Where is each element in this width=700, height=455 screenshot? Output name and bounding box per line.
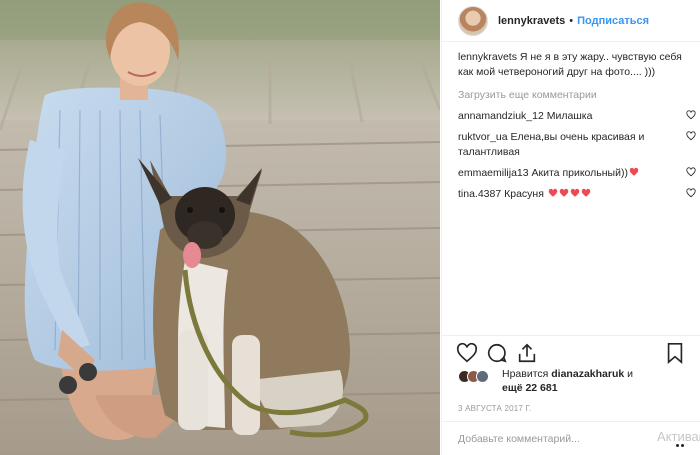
liker-avatar <box>476 370 489 383</box>
comment-text: Милашка <box>546 110 593 122</box>
actions-divider <box>442 335 700 336</box>
comment-item: annamandziuk_12 Милашка <box>458 109 696 124</box>
post-header: lennykravets • Подписаться <box>442 0 700 42</box>
likes-and: и <box>627 368 634 380</box>
caption-username[interactable]: lennykravets <box>458 51 517 63</box>
post-caption: lennykravets Я не я в эту жару.. чувству… <box>458 50 688 80</box>
red-heart-emoji-icon <box>548 188 558 197</box>
like-comment-heart-icon[interactable] <box>686 188 696 198</box>
comment-username[interactable]: tina.4387 <box>458 188 501 200</box>
author-avatar[interactable] <box>458 5 488 36</box>
comment-username[interactable]: emmaemilija13 <box>458 167 529 179</box>
red-heart-emoji-icon <box>559 188 569 197</box>
comment-text: Акита прикольный)) <box>531 167 628 179</box>
header-separator: • <box>569 14 574 27</box>
comment-item: ruktvor_ua Елена,вы очень красивая и тал… <box>458 130 696 160</box>
likes-count-line: ещё 22 681 <box>502 382 558 394</box>
add-comment-bar: Активация <box>442 421 700 455</box>
like-comment-heart-icon[interactable] <box>686 131 696 141</box>
likes-summary: Нравится dianazakharuk и ещё 22 681 <box>458 368 688 400</box>
comment-item: tina.4387 Красуня <box>458 187 696 202</box>
comment-username[interactable]: annamandziuk_12 <box>458 110 544 122</box>
share-icon[interactable] <box>516 342 538 364</box>
like-comment-heart-icon[interactable] <box>686 167 696 177</box>
comment-username[interactable]: ruktvor_ua <box>458 131 508 143</box>
comment-item: emmaemilija13 Акита прикольный)) <box>458 166 696 181</box>
bookmark-icon[interactable] <box>664 342 686 364</box>
likes-count[interactable]: ещё 22 681 <box>502 382 558 394</box>
red-heart-emoji-icon <box>570 188 580 197</box>
comment-text: Красуня <box>504 188 544 200</box>
post-actions <box>456 340 688 366</box>
load-more-comments-button[interactable]: Загрузить еще комментарии <box>458 88 688 103</box>
red-heart-emoji-icon <box>629 167 639 176</box>
options-icon[interactable] <box>676 434 690 447</box>
likes-line: Нравится dianazakharuk и <box>502 368 633 380</box>
comments-section: lennykravets Я не я в эту жару.. чувству… <box>458 50 696 208</box>
post-date: 3 АВГУСТА 2017 Г. <box>458 404 532 413</box>
author-username[interactable]: lennykravets <box>498 15 565 27</box>
post-photo[interactable] <box>0 0 440 455</box>
follow-button[interactable]: Подписаться <box>577 15 649 27</box>
likes-username[interactable]: dianazakharuk <box>551 368 624 380</box>
red-heart-emoji-icon <box>581 188 591 197</box>
post-photo-image <box>0 0 440 455</box>
like-comment-heart-icon[interactable] <box>686 110 696 120</box>
comment-input[interactable] <box>458 430 638 448</box>
post-side-panel: lennykravets • Подписаться lennykravets … <box>441 0 700 455</box>
comment-icon[interactable] <box>486 342 508 364</box>
heart-icon[interactable] <box>456 342 478 364</box>
likes-prefix: Нравится <box>502 368 549 380</box>
